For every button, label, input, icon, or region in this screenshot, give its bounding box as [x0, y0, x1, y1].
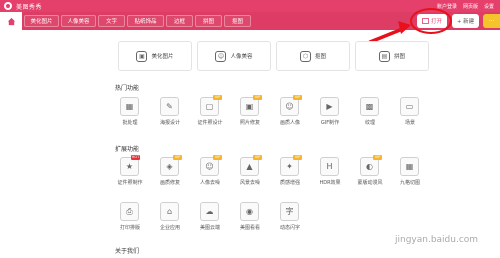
feature-item[interactable]: ◈ VIP 画质修复 — [151, 155, 191, 189]
feature-icon: ▩ — [360, 97, 379, 116]
cutout-icon: ⬡ — [299, 50, 311, 62]
feature-item[interactable]: ▦ 九格切图 — [391, 157, 431, 189]
feature-item[interactable]: ✦ VIP 质感增强 — [271, 155, 311, 189]
feature-icon: H — [320, 157, 339, 176]
feature-item[interactable]: 字动态闪字 — [271, 202, 311, 234]
feature-item[interactable]: ★ HOT 证件照制作 — [111, 155, 151, 189]
section-hot-title: 热门功能 — [115, 85, 140, 92]
feature-item[interactable]: ☁ 美图云端 — [191, 202, 231, 234]
vip-badge: VIP — [293, 155, 302, 160]
card-label: 美化图片 — [151, 54, 174, 60]
feature-icon: 字 — [280, 202, 299, 221]
collage-icon: ▤ — [378, 50, 390, 62]
feature-icon: ⎙ — [120, 202, 139, 221]
section-about-title: 关于我们 — [115, 248, 140, 255]
vip-badge: VIP — [253, 155, 262, 160]
image-icon: ▣ — [136, 50, 148, 62]
card-label: 抠图 — [314, 54, 326, 60]
feature-item[interactable]: ☺ VIP 人像去噪 — [191, 155, 231, 189]
feature-item[interactable]: ✎ 海报设计 — [151, 97, 191, 129]
feature-icon: ▦ — [400, 157, 419, 176]
feature-icon: ⌂ — [160, 202, 179, 221]
feature-item[interactable]: ▦ 批处理 — [111, 97, 151, 129]
face-icon: ☺ — [215, 50, 227, 62]
vip-badge: VIP — [173, 155, 182, 160]
feature-item[interactable]: ▭ 场景 — [391, 97, 431, 129]
feature-item[interactable]: ☺ VIP 画质人像 — [271, 95, 311, 129]
feature-label: 场景 — [404, 120, 415, 126]
card-label: 人像美容 — [230, 54, 253, 60]
card-collage[interactable]: ▤ 拼图 — [355, 41, 429, 71]
feature-item[interactable]: H HDR效果 — [311, 157, 351, 189]
feature-item[interactable]: ▣ VIP 照片修复 — [231, 95, 271, 129]
feature-item[interactable]: ▩ 纹理 — [351, 97, 391, 129]
watermark: jingyan.baidu.com — [395, 235, 479, 245]
feature-item[interactable]: ▢ VIP 证件照设计 — [191, 95, 231, 129]
feature-icon: ▶ — [320, 97, 339, 116]
feature-item[interactable]: ▶ GIF制作 — [311, 97, 351, 129]
vip-badge: VIP — [213, 95, 222, 100]
card-label: 拼图 — [393, 54, 405, 60]
feature-label: 动态闪字 — [279, 225, 300, 231]
vip-badge: VIP — [213, 155, 222, 160]
feature-item[interactable]: ⎙ 打印排版 — [111, 202, 151, 234]
vip-badge: VIP — [293, 95, 302, 100]
card-beautify[interactable]: ▣ 美化图片 — [118, 41, 192, 71]
feature-icon: ✎ — [160, 97, 179, 116]
section-extend-title: 扩展功能 — [115, 146, 140, 153]
feature-label: 九格切图 — [399, 180, 420, 186]
feature-icon: ◉ — [240, 202, 259, 221]
card-cutout[interactable]: ⬡ 抠图 — [276, 41, 350, 71]
feature-item[interactable]: ⌂ 企业应用 — [151, 202, 191, 234]
feature-icon: ☁ — [200, 202, 219, 221]
vip-badge: VIP — [253, 95, 262, 100]
feature-item[interactable]: ◐ VIP 蒙版动漫风 — [351, 155, 391, 189]
feature-item[interactable]: ◉ 美图看看 — [231, 202, 271, 234]
card-portrait[interactable]: ☺ 人像美容 — [197, 41, 271, 71]
feature-icon: ▭ — [400, 97, 419, 116]
feature-icon: ▦ — [120, 97, 139, 116]
hot-badge: HOT — [131, 155, 140, 160]
vip-badge: VIP — [373, 155, 382, 160]
feature-item[interactable]: ▲ VIP 风景去噪 — [231, 155, 271, 189]
